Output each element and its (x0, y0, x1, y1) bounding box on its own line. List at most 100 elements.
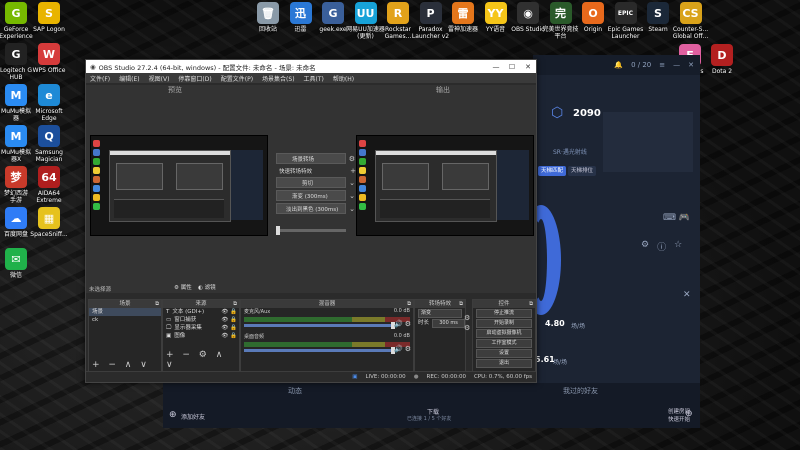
desktop-shortcut-label: Microsoft Edge (35, 108, 63, 122)
menu-item[interactable]: 文件(F) (90, 74, 110, 83)
eye-lock-icons[interactable]: 👁 🔒 (221, 324, 237, 332)
geforce-icon: G (5, 2, 27, 24)
duration-input[interactable]: 300 ms (432, 318, 465, 328)
chevron-down-icon[interactable]: ⌄ (349, 205, 355, 213)
filters-button[interactable]: ◐ 滤镜 (198, 283, 216, 291)
gear-icon[interactable]: ⚙ (641, 240, 649, 253)
info-icon[interactable]: ⓘ (657, 240, 666, 253)
dota2-icon: D (711, 44, 733, 66)
stop-streaming-button[interactable]: 停止推流 (476, 309, 532, 318)
add-friend-icon[interactable]: ⊕ (169, 410, 177, 420)
menu-item[interactable]: 工具(T) (304, 74, 324, 83)
window-source-icon: ▭ (166, 317, 172, 323)
gamepad-icon[interactable]: ⌨ 🎮 (663, 213, 690, 223)
eye-lock-icons[interactable]: 👁 🔒 (221, 332, 237, 340)
close-button[interactable]: ✕ (520, 63, 536, 71)
stat-one: 4.80 (545, 319, 565, 328)
menu-item[interactable]: 场景集合(S) (262, 74, 295, 83)
preview-mini-client (231, 150, 263, 220)
menu-item[interactable]: 停靠窗口(D) (178, 74, 211, 83)
source-item[interactable]: ▣ 图像 👁 🔒 (163, 332, 239, 340)
eye-lock-icons[interactable]: 👁 🔒 (221, 316, 237, 324)
transitions-dock-header: 转场特效 ⧉ (415, 300, 465, 308)
scene-item[interactable]: 场景 (89, 308, 161, 316)
desktop-shortcut[interactable]: e Microsoft Edge (27, 84, 71, 122)
tbar-slider[interactable] (276, 226, 346, 235)
source-item[interactable]: T 文本 (GDI+) 👁 🔒 (163, 308, 239, 316)
settings-button[interactable]: 设置 (476, 349, 532, 358)
desktop-shortcut[interactable]: ▦ SpaceSniff... (27, 207, 71, 238)
desktop-shortcut[interactable]: D Dota 2 (700, 44, 744, 75)
studio-mode-button[interactable]: 工作室模式 (476, 339, 532, 348)
minimize-button[interactable]: — (488, 63, 504, 71)
program-label: 输出 (436, 86, 450, 94)
exit-button[interactable]: 退出 (476, 359, 532, 368)
start-recording-button[interactable]: 开始录制 (476, 319, 532, 328)
desktop-shortcut-label: WPS Office (32, 67, 66, 74)
quick-fade-button[interactable]: 渐变 (300ms) ⌄ (276, 190, 355, 201)
desktop-shortcut[interactable]: ✉ 微信 (0, 248, 38, 279)
tbar-knob[interactable] (276, 226, 280, 235)
menu-item[interactable]: 配置文件(P) (221, 74, 253, 83)
preview-canvas[interactable] (90, 135, 268, 236)
pin-icon[interactable]: ⧉ (459, 300, 463, 308)
plus-icon[interactable]: ⊕ (685, 409, 693, 419)
add-friend-button[interactable]: 添加好友 (181, 412, 205, 421)
transition-select[interactable]: 渐变 (418, 309, 462, 318)
maximize-button[interactable]: ☐ (504, 63, 520, 71)
controls-dock: 控件 ⧉ 停止推流 开始录制 启动虚拟摄像机 工作室模式 设置 退出 (472, 299, 536, 373)
menu-item[interactable]: 帮助(H) (333, 74, 354, 83)
speaker-icon[interactable]: 🔊 (394, 320, 403, 328)
add-icon[interactable]: + (350, 167, 356, 175)
source-item[interactable]: ▭ 窗口捕获 👁 🔒 (163, 316, 239, 324)
menu-icon[interactable]: ≡ (659, 61, 665, 69)
desktop-shortcut[interactable]: CS Counter-S... Global Off... (669, 2, 713, 40)
transitions-dock: 转场特效 ⧉ 渐变 时长 300 ms (414, 299, 466, 373)
tab-ladder-match[interactable]: 天梯匹配 (538, 166, 566, 176)
volume-slider[interactable] (244, 347, 395, 354)
scene-item[interactable]: ck (89, 316, 161, 324)
rank-icon: ⬡ (551, 105, 564, 121)
quick-cut-button[interactable]: 剪切 ⌄ (276, 177, 355, 188)
minimize-icon[interactable]: — (673, 61, 680, 69)
gear-icon[interactable]: ⚙ (349, 155, 355, 163)
stat-two-unit: 场/场 (553, 359, 568, 366)
speaker-icon[interactable]: 🔊 (394, 345, 403, 353)
cpu-fps: CPU: 0.7%, 60.00 fps (473, 374, 532, 380)
close-icon[interactable]: ✕ (688, 61, 694, 69)
volume-slider[interactable] (244, 322, 395, 329)
gear-icon[interactable]: ⚙ (405, 320, 411, 328)
gear-icon[interactable]: ⚙ (405, 345, 411, 353)
obs-menubar: 文件(F) 编辑(E) 视图(V) 停靠窗口(D) 配置文件(P) 场景集合(S) 工具(T… (86, 73, 536, 83)
audio-meter (244, 342, 410, 347)
close-panel-icon[interactable]: ✕ (683, 290, 691, 300)
virtual-camera-button[interactable]: 启动虚拟摄像机 (476, 329, 532, 338)
pin-icon[interactable]: ⧉ (529, 300, 533, 308)
eye-lock-icons[interactable]: 👁 🔒 (221, 308, 237, 316)
bell-icon[interactable]: 🔔 (614, 61, 623, 69)
properties-button[interactable]: ⚙ 属性 (174, 283, 192, 291)
quick-fade-black-button[interactable]: 淡出到黑色 (300ms) ⌄ (276, 203, 355, 214)
client-counter: 0 / 20 (631, 61, 652, 69)
desktop-shortcut[interactable]: Q Samsung Magician (27, 125, 71, 163)
pin-icon[interactable]: ⧉ (233, 300, 237, 308)
program-mini-client (497, 150, 529, 220)
menu-item[interactable]: 编辑(E) (119, 74, 139, 83)
transition-button[interactable]: 场景转场 ⚙ (276, 153, 355, 164)
menu-item[interactable]: 视图(V) (149, 74, 170, 83)
pin-icon[interactable]: ⧉ (155, 300, 159, 308)
desktop-shortcut[interactable]: W WPS Office (27, 43, 71, 74)
source-item[interactable]: 🖵 显示器采集 👁 🔒 (163, 324, 239, 332)
aida64-icon: 64 (38, 166, 60, 188)
transition-side-icons[interactable]: ⚙ ⚙ (464, 313, 470, 333)
chevron-down-icon[interactable]: ⌄ (349, 192, 355, 200)
tab-ladder-rank[interactable]: 天梯排位 (568, 166, 596, 176)
desktop-shortcut[interactable]: S SAP Logon (27, 2, 71, 33)
chevron-down-icon[interactable]: ⌄ (349, 179, 355, 187)
pin-icon[interactable]: ⧉ (407, 300, 411, 308)
desktop-shortcut[interactable]: 64 AIDA64 Extreme (27, 166, 71, 204)
star-icon[interactable]: ☆ (674, 240, 682, 253)
source-toolbar[interactable]: + − ⚙ ∧ ∨ (166, 350, 239, 370)
scene-toolbar[interactable]: + − ∧ ∨ (92, 360, 150, 370)
scenes-dock: 场景 ⧉ 场景 ck + − ∧ ∨ (88, 299, 162, 373)
